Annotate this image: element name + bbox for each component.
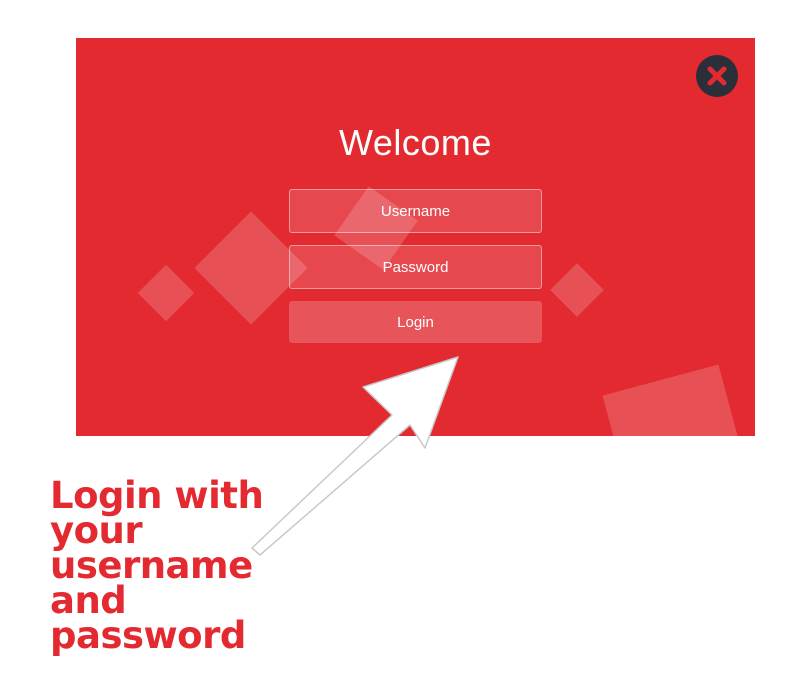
caption-line: and (50, 579, 127, 622)
caption-line: password (50, 614, 246, 657)
caption-line: your (50, 509, 143, 552)
screenshot-stage: Welcome Login Login with your username a… (0, 0, 800, 674)
instruction-caption: Login with your username and password (50, 474, 270, 657)
caption-line: Login with (50, 474, 264, 517)
caption-line: username (50, 544, 253, 587)
